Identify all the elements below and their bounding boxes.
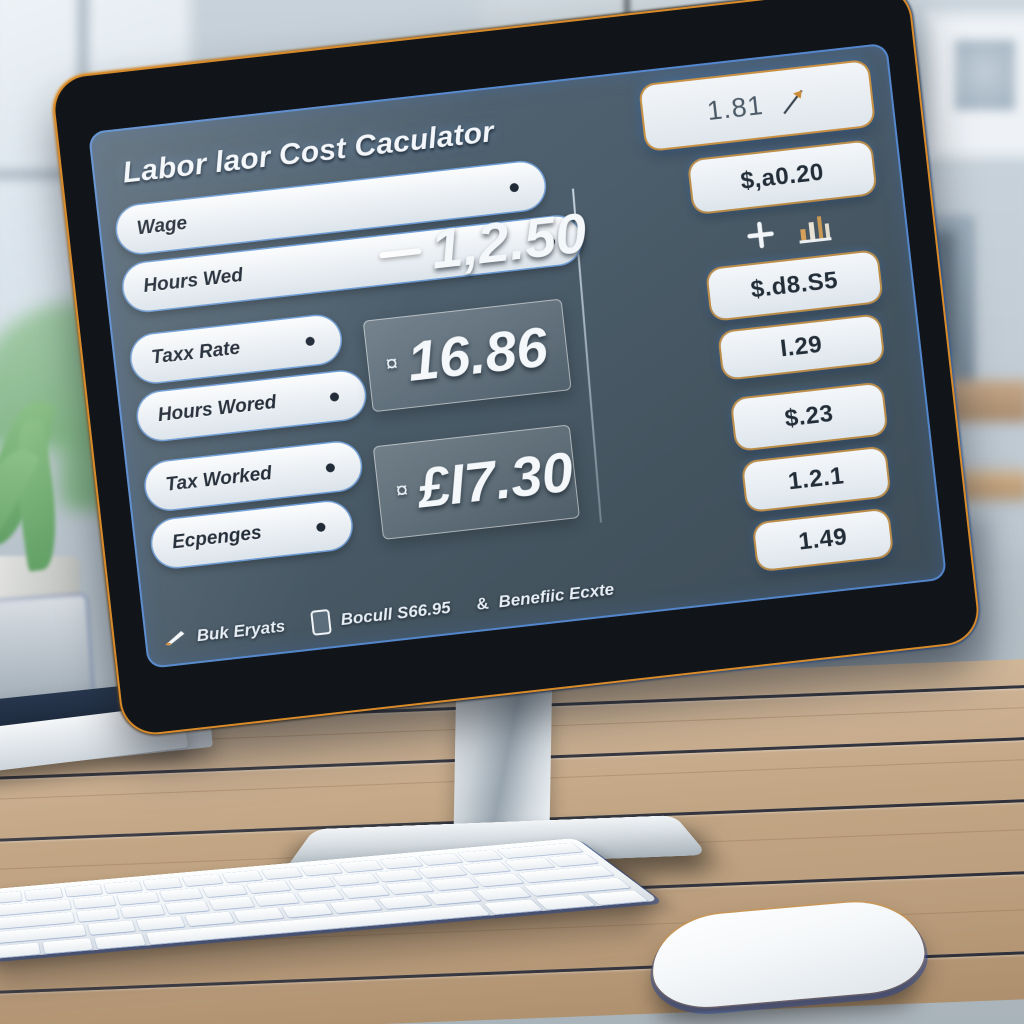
field-label: Taxx Rate — [150, 337, 242, 369]
footer-label: Bocull S66.95 — [339, 597, 452, 630]
field-label: Ecpenges — [171, 522, 263, 554]
result-value-3: ¤ £I7.30 — [372, 424, 580, 540]
labor-cost-calculator-app: Labor laor Cost Caculator 1.81 Wage Hour… — [88, 43, 947, 669]
footer-item-benefits[interactable]: & Benefiic Ecxte — [475, 580, 615, 615]
value-pill[interactable]: 1.2.1 — [742, 447, 890, 512]
result-number: £I7.30 — [414, 439, 577, 520]
field-label: Tax Worked — [164, 462, 273, 496]
field-dot-icon — [509, 182, 520, 193]
footer-item-base-rates[interactable]: Buk Eryats — [162, 616, 286, 650]
card-icon — [309, 608, 332, 636]
pencil-icon — [162, 630, 187, 647]
desk-scene-photo: Labor laor Cost Caculator 1.81 Wage Hour… — [0, 0, 1024, 1024]
wall-picture-art — [955, 40, 1015, 110]
value-pill[interactable]: $.d8.S5 — [707, 251, 882, 320]
right-value-column: $,a0.20 $.d8.S5 I.29 $.23 1.2.1 1.49 — [675, 140, 930, 575]
field-dot-icon — [329, 391, 340, 402]
top-value-text: 1.81 — [705, 89, 765, 126]
arrow-up-right-icon — [778, 86, 809, 117]
value-pill[interactable]: I.29 — [719, 315, 884, 379]
field-expenses[interactable]: Ecpenges — [149, 499, 354, 570]
monitor-screen: Labor laor Cost Caculator 1.81 Wage Hour… — [87, 42, 948, 669]
currency-symbol-icon: ¤ — [394, 476, 410, 504]
result-number: 1,2.50 — [427, 200, 590, 281]
monitor: Labor laor Cost Caculator 1.81 Wage Hour… — [48, 0, 984, 740]
field-label: Hours Wored — [156, 392, 278, 427]
footer-label: Buk Eryats — [195, 616, 287, 646]
result-number: 16.86 — [404, 314, 551, 393]
field-tax-worked[interactable]: Tax Worked — [143, 440, 364, 512]
bar-chart-icon[interactable] — [796, 213, 833, 245]
field-dot-icon — [315, 521, 326, 532]
action-icon-row — [744, 212, 833, 251]
field-dot-icon — [325, 462, 336, 473]
field-dot-icon — [305, 335, 316, 346]
form-group-2: Taxx Rate Hours Wored — [129, 312, 368, 443]
value-pill[interactable]: $,a0.20 — [688, 141, 876, 214]
form-group-3: Tax Worked Ecpenges — [143, 440, 369, 570]
footer-label: Benefiic Ecxte — [497, 579, 616, 612]
field-label: Hours Wed — [142, 264, 244, 297]
top-value-field[interactable]: 1.81 — [640, 61, 874, 151]
ampersand-text: & — [475, 593, 490, 614]
currency-symbol-icon: ¤ — [384, 350, 400, 377]
value-pill[interactable]: $.23 — [731, 383, 887, 450]
result-value-2: ¤ 16.86 — [362, 298, 572, 413]
footer-item-total[interactable]: Bocull S66.95 — [309, 595, 452, 637]
plus-icon[interactable] — [744, 218, 777, 251]
field-label: Wage — [135, 212, 189, 240]
dash-icon — [379, 247, 422, 259]
